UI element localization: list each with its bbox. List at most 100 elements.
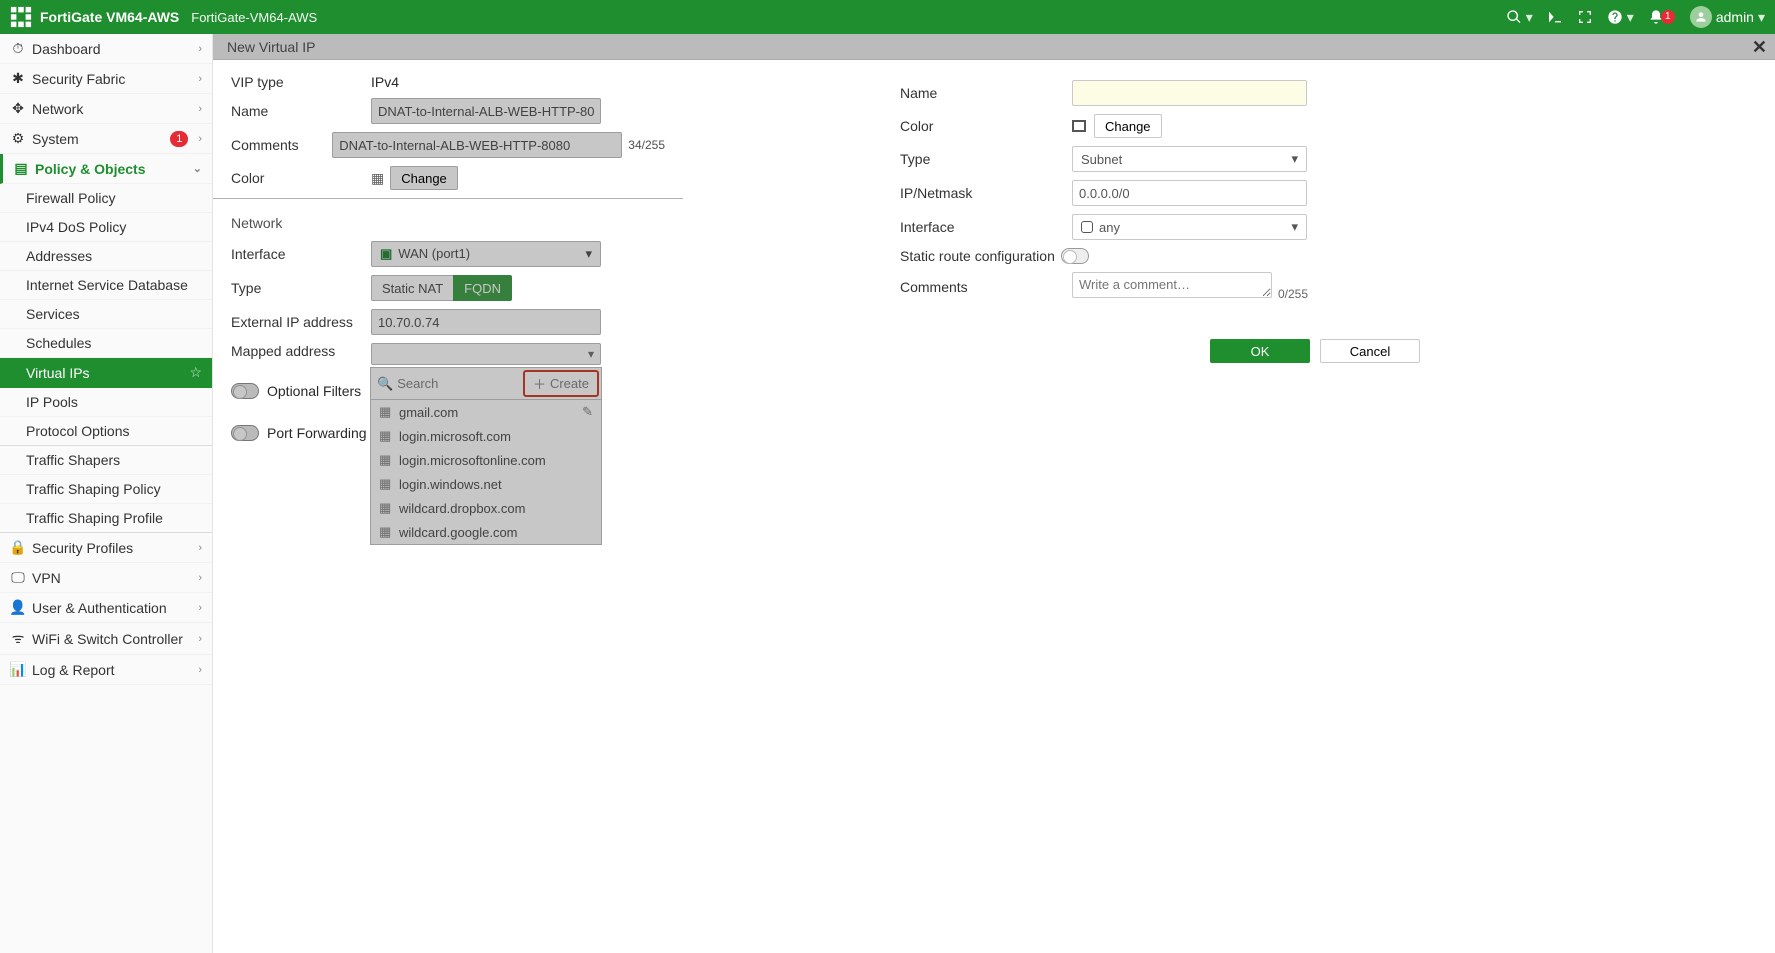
sidebar-item-network[interactable]: ✥ Network › [0,94,212,124]
sidebar-label: Policy & Objects [35,161,145,177]
new-address-panel: Name Color Change Type Subnet▾ IP/Netmas… [876,60,1775,953]
dropdown-search-input[interactable]: 🔍Search [371,368,521,399]
panel-static-route-label: Static route configuration [900,248,1055,264]
avatar-icon [1690,6,1712,28]
ok-button[interactable]: OK [1210,339,1310,363]
panel-name-input[interactable] [1072,80,1307,106]
ext-ip-input[interactable] [371,309,601,335]
notifications-icon[interactable]: 1 [1648,9,1675,25]
chevron-down-icon: ⌄ [193,162,202,175]
search-icon[interactable]: ▾ [1506,9,1533,26]
chevron-right-icon: › [198,664,202,676]
sidebar-item-vpn[interactable]: 🖵 VPN › [0,563,212,593]
panel-type-select[interactable]: Subnet▾ [1072,146,1307,172]
cancel-button[interactable]: Cancel [1320,339,1420,363]
panel-color-label: Color [900,118,1072,134]
optional-filters-toggle[interactable] [231,383,259,399]
sidebar-sub-addresses[interactable]: Addresses [0,242,212,271]
sidebar-label: Network [32,101,83,117]
sidebar-sub-traffic-shaping-profile[interactable]: Traffic Shaping Profile [0,504,212,533]
mapped-address-select[interactable]: ▾ [371,343,601,365]
panel-ipmask-input[interactable] [1072,180,1307,206]
sidebar-label: System [32,131,79,147]
dropdown-item[interactable]: ▦wildcard.google.com [371,520,601,544]
chevron-right-icon: › [198,633,202,645]
address-icon: ▦ [379,404,393,420]
comments-input[interactable] [332,132,622,158]
dropdown-item[interactable]: ▦login.microsoft.com [371,424,601,448]
subitem-label: Internet Service Database [26,277,188,293]
sidebar-sub-ip-pools[interactable]: IP Pools [0,388,212,417]
chevron-right-icon: › [198,133,202,145]
sidebar-sub-schedules[interactable]: Schedules [0,329,212,358]
subitem-label: IP Pools [26,394,78,410]
name-input[interactable] [371,98,601,124]
dropdown-item[interactable]: ▦login.windows.net [371,472,601,496]
sidebar-item-dashboard[interactable]: ⏱ Dashboard › [0,34,212,64]
item-label: login.windows.net [399,477,502,492]
sidebar-item-log-report[interactable]: 📊 Log & Report › [0,655,212,685]
subitem-label: Traffic Shaping Profile [26,510,163,526]
sidebar-sub-protocol-options[interactable]: Protocol Options [0,417,212,446]
port-forwarding-toggle[interactable] [231,425,259,441]
dropdown-item[interactable]: ▦wildcard.dropbox.com [371,496,601,520]
comments-label: Comments [231,137,332,153]
cli-icon[interactable] [1547,9,1563,25]
sidebar-item-security-profiles[interactable]: 🔒 Security Profiles › [0,533,212,563]
top-bar: FortiGate VM64-AWS FortiGate-VM64-AWS ▾ … [0,0,1775,34]
mapped-label: Mapped address [231,343,371,359]
sidebar-item-security-fabric[interactable]: ✱ Security Fabric › [0,64,212,94]
interface-icon: ▣ [380,246,392,261]
panel-type-label: Type [900,151,1072,167]
edit-icon[interactable]: ✎ [582,404,593,420]
help-icon[interactable]: ▾ [1607,9,1634,26]
sidebar-sub-isdb[interactable]: Internet Service Database [0,271,212,300]
type-toggle[interactable]: Static NATFQDN [371,275,512,301]
sidebar-sub-services[interactable]: Services [0,300,212,329]
type-static-nat[interactable]: Static NAT [371,275,454,301]
panel-interface-label: Interface [900,219,1072,235]
fullscreen-icon[interactable] [1577,9,1593,25]
content-area: New Virtual IP VIP typeIPv4 Name Comment… [213,34,1775,953]
sidebar-item-user-auth[interactable]: 👤 User & Authentication › [0,593,212,623]
user-menu[interactable]: admin ▾ [1690,6,1765,28]
network-icon: ✥ [10,100,26,117]
sidebar-item-system[interactable]: ⚙ System 1 › [0,124,212,154]
sidebar-item-wifi[interactable]: ᯤ WiFi & Switch Controller › [0,623,212,655]
sidebar-label: User & Authentication [32,600,167,616]
interface-select[interactable]: ▣WAN (port1)▾ [371,241,601,267]
any-icon [1081,221,1093,233]
sidebar-sub-virtual-ips[interactable]: Virtual IPs ☆ [0,358,212,388]
panel-color-change-button[interactable]: Change [1094,114,1162,138]
sidebar-sub-firewall-policy[interactable]: Firewall Policy [0,184,212,213]
interface-label: Interface [231,246,371,262]
sidebar-sub-ipv4-dos[interactable]: IPv4 DoS Policy [0,213,212,242]
panel-comments-input[interactable] [1072,272,1272,298]
sidebar-label: Log & Report [32,662,115,678]
dropdown-create-button[interactable]: ＋Create [523,370,599,397]
port-forwarding-label: Port Forwarding [267,425,367,441]
color-swatch-icon: ▦ [371,170,384,187]
item-label: login.microsoft.com [399,429,511,444]
sidebar-sub-traffic-shaping-policy[interactable]: Traffic Shaping Policy [0,475,212,504]
warning-badge: 1 [170,131,188,147]
vpn-icon: 🖵 [10,569,26,586]
ext-ip-label: External IP address [231,314,371,330]
address-icon: ▦ [379,452,393,468]
sidebar-sub-traffic-shapers[interactable]: Traffic Shapers [0,446,212,475]
panel-interface-select[interactable]: any▾ [1072,214,1307,240]
close-icon[interactable]: ✕ [1752,37,1767,58]
panel-static-route-toggle[interactable] [1061,248,1089,264]
address-icon: ▦ [379,524,393,540]
chart-icon: 📊 [10,661,26,678]
dropdown-item[interactable]: ▦gmail.com✎ [371,400,601,424]
sidebar-item-policy-objects[interactable]: ▤ Policy & Objects ⌄ [0,154,212,184]
dropdown-item[interactable]: ▦login.microsoftonline.com [371,448,601,472]
optional-filters-label: Optional Filters [267,383,361,399]
type-fqdn[interactable]: FQDN [453,275,512,301]
subitem-label: Services [26,306,80,322]
panel-comments-count: 0/255 [1278,287,1308,301]
gear-icon: ⚙ [10,130,26,147]
color-change-button[interactable]: Change [390,166,458,190]
star-icon[interactable]: ☆ [189,364,202,381]
